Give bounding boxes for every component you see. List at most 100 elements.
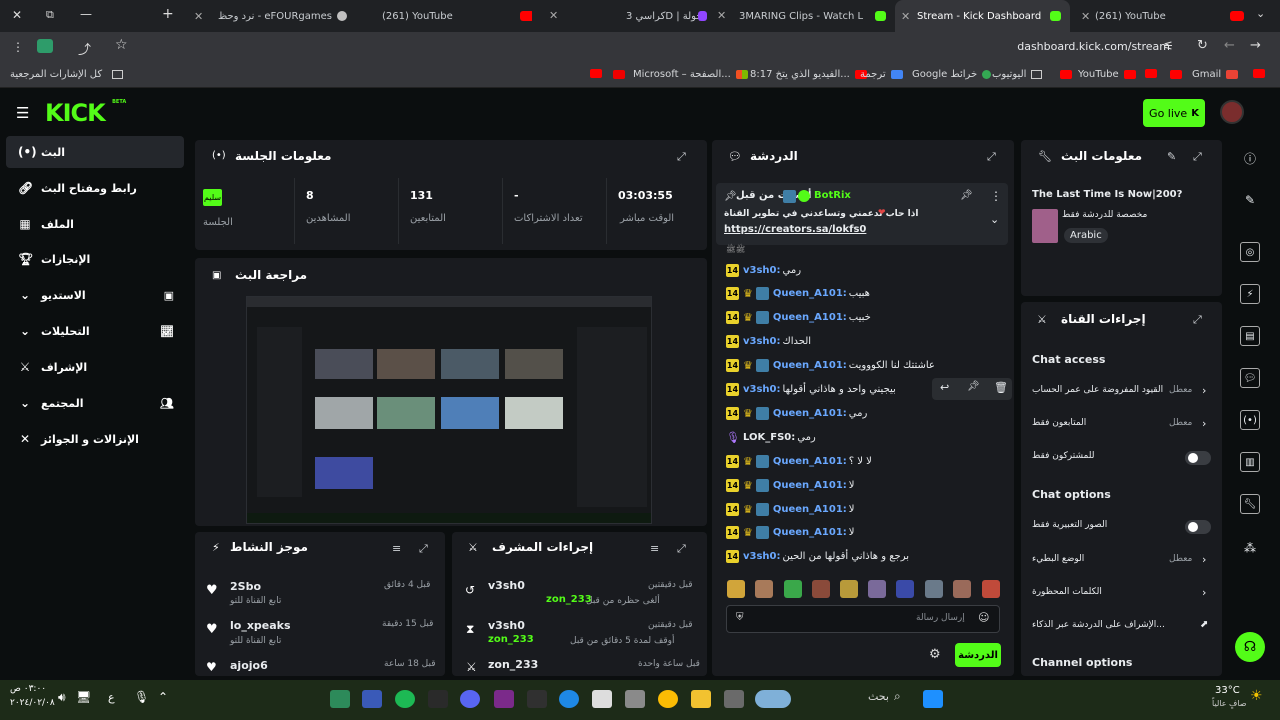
wrench-icon[interactable]: 🔧︎ <box>1240 494 1260 514</box>
connections-icon[interactable]: ⁂ <box>1238 536 1262 560</box>
chat-message[interactable]: 14 ♛ Queen_A101: لا لا ؟ <box>726 451 872 471</box>
sidebar-item-broadcast[interactable]: (•) البث <box>6 136 184 168</box>
weather-temp[interactable]: 33°C <box>1215 685 1240 696</box>
chrome-icon[interactable] <box>658 690 678 708</box>
taskbar-app-icon[interactable] <box>494 690 514 708</box>
bookmark-youtube-ar[interactable]: اليوتيوب <box>992 69 1043 80</box>
taskbar-app-icon[interactable] <box>724 690 744 708</box>
mic-icon[interactable]: 🎙︎ <box>134 690 149 704</box>
bookmark-translate[interactable]: ترجمة <box>860 69 903 80</box>
file-explorer-icon[interactable] <box>691 690 711 708</box>
pinned-link[interactable]: https://creators.sa/lokfs0 <box>724 224 866 235</box>
subscribers-only-toggle[interactable] <box>1185 451 1211 465</box>
emote-icon[interactable] <box>868 580 886 598</box>
emotes-only-toggle[interactable] <box>1185 520 1211 534</box>
emote-icon[interactable] <box>755 580 773 598</box>
kick-logo[interactable]: KICK BETA <box>45 99 126 127</box>
chat-username[interactable]: v3sh0: <box>743 551 781 562</box>
chat-username[interactable]: Queen_A101: <box>773 456 847 467</box>
new-tab-icon[interactable]: + <box>162 6 174 22</box>
edit-icon[interactable]: ✎ <box>1167 150 1176 163</box>
emote-icon[interactable] <box>727 580 745 598</box>
taskbar-app-icon[interactable] <box>625 690 645 708</box>
gear-icon[interactable]: ⚙︎ <box>929 647 941 662</box>
edge-icon[interactable] <box>559 690 579 708</box>
document-icon[interactable]: ▤ <box>1240 326 1260 346</box>
emote-icon[interactable] <box>953 580 971 598</box>
chat-message[interactable]: 14 ♛ Queen_A101: لا <box>726 475 855 495</box>
chat-username[interactable]: Queen_A101: <box>773 480 847 491</box>
expand-icon[interactable]: ⤢ <box>677 542 686 556</box>
chat-username[interactable]: v3sh0: <box>743 384 781 395</box>
chat-message[interactable]: 14 v3sh0: رمي <box>726 260 801 280</box>
close-window-icon[interactable]: ✕ <box>12 8 22 22</box>
sidebar-item-moderation[interactable]: ⚔︎ الإشراف <box>6 351 184 383</box>
expand-icon[interactable]: ⤢ <box>1193 313 1202 327</box>
send-chat-button[interactable]: الدردشة <box>955 643 1001 667</box>
emote-icon[interactable] <box>982 580 1000 598</box>
activity-user[interactable]: lo_xpeaks <box>230 619 291 632</box>
tab-close-icon[interactable]: ✕ <box>549 9 558 22</box>
sidebar-item-studio[interactable]: ⌄ الاستديو ▣ <box>6 279 184 311</box>
browser-tab-6[interactable]: ✕ (261) YouTube <box>1075 0 1255 32</box>
chat-message[interactable]: 14 ♛ Queen_A101: خبيب <box>726 308 871 328</box>
tab-close-icon[interactable]: ✕ <box>717 9 726 22</box>
chat-message[interactable]: 14 ♛ Queen_A101: هبيب <box>726 284 870 304</box>
bookmark-video[interactable]: 8:17 الفيديو الذي يتخ... <box>750 69 867 80</box>
network-icon[interactable]: 🖥︎ <box>76 690 91 704</box>
language-tag[interactable]: Arabic <box>1064 228 1108 243</box>
tab-search-icon[interactable]: ⌄ <box>1256 7 1265 20</box>
mod-target-user[interactable]: v3sh0 <box>488 619 525 632</box>
sidebar-item-analytics[interactable]: ⌄ التحليلات 📈︎ <box>6 315 184 347</box>
windows-start-icon[interactable] <box>923 690 943 708</box>
search-icon[interactable]: ⌕ <box>894 689 901 704</box>
chat-username[interactable]: Queen_A101: <box>773 408 847 419</box>
sidebar-item-drops[interactable]: ✕ الإنزالات و الجوائز <box>6 423 184 455</box>
taskbar-app-icon[interactable] <box>330 690 350 708</box>
chat-username[interactable]: Queen_A101: <box>773 288 847 299</box>
filter-icon[interactable]: ≡ <box>650 542 659 555</box>
sidebar-item-achievements[interactable]: 🏆︎ الإنجازات <box>6 243 184 275</box>
menu-dots-icon[interactable]: ⋮ <box>12 40 24 54</box>
chevron-down-icon[interactable]: ⌄ <box>990 213 999 226</box>
url-field[interactable]: dashboard.kick.com/stream <box>1017 40 1170 53</box>
language-indicator-icon[interactable]: ع <box>108 691 115 704</box>
activity-user[interactable]: ajojo6 <box>230 659 268 672</box>
avatar[interactable] <box>1220 100 1244 124</box>
go-live-button[interactable]: Go live K <box>1143 99 1205 127</box>
tab-close-icon[interactable]: ✕ <box>194 10 203 23</box>
sidebar-item-stream-key[interactable]: 🔗︎ رابط ومفتاح البث <box>6 172 184 204</box>
tab-close-icon[interactable]: ✕ <box>1081 10 1090 23</box>
reload-icon[interactable]: ↻ <box>1197 38 1208 53</box>
expand-icon[interactable]: ⤢ <box>987 150 996 164</box>
chat-message[interactable]: 🎙︎ LOK_FS0: رمي <box>726 427 816 447</box>
stream-preview-video[interactable] <box>246 296 652 524</box>
category-thumbnail[interactable] <box>1032 209 1058 243</box>
delete-icon[interactable]: 🗑︎ <box>994 381 1008 394</box>
expand-icon[interactable]: ⤢ <box>419 542 428 556</box>
more-options-icon[interactable]: ⋮ <box>990 189 1002 203</box>
mod-user[interactable]: zon_233 <box>546 594 592 605</box>
mod-target-user[interactable]: v3sh0 <box>488 579 525 592</box>
layout-icon[interactable]: ▥ <box>1240 452 1260 472</box>
minimize-window-icon[interactable]: — <box>80 7 92 21</box>
bookmark-all[interactable]: كل الإشارات المرجعية <box>10 69 124 80</box>
taskbar-app-icon[interactable] <box>362 690 382 708</box>
mod-target-user[interactable]: zon_233 <box>488 658 538 671</box>
chat-username[interactable]: Queen_A101: <box>773 504 847 515</box>
volume-icon[interactable]: 🔊︎ <box>58 690 66 705</box>
chat-username[interactable]: Queen_A101: <box>773 312 847 323</box>
forward-icon[interactable]: ← <box>1224 38 1235 53</box>
chat-username[interactable]: LOK_FS0: <box>743 432 795 443</box>
store-icon[interactable] <box>592 690 612 708</box>
bookmark-microsoft[interactable]: Microsoft – الصفحة... <box>608 69 748 80</box>
activity-user[interactable]: 2Sbo <box>230 580 261 593</box>
browser-tab-1[interactable]: ✕ نرد وحظ - eFOURgames <box>185 0 360 32</box>
chat-message[interactable]: 14 ♛ Queen_A101: رمي <box>726 403 867 423</box>
widget-icon[interactable] <box>755 690 791 708</box>
bookmark-gmail[interactable]: Gmail <box>1165 69 1239 80</box>
emote-icon[interactable] <box>925 580 943 598</box>
chat-username[interactable]: v3sh0: <box>743 265 781 276</box>
broadcast-icon[interactable]: (•) <box>1240 410 1260 430</box>
emote-icon[interactable] <box>812 580 830 598</box>
